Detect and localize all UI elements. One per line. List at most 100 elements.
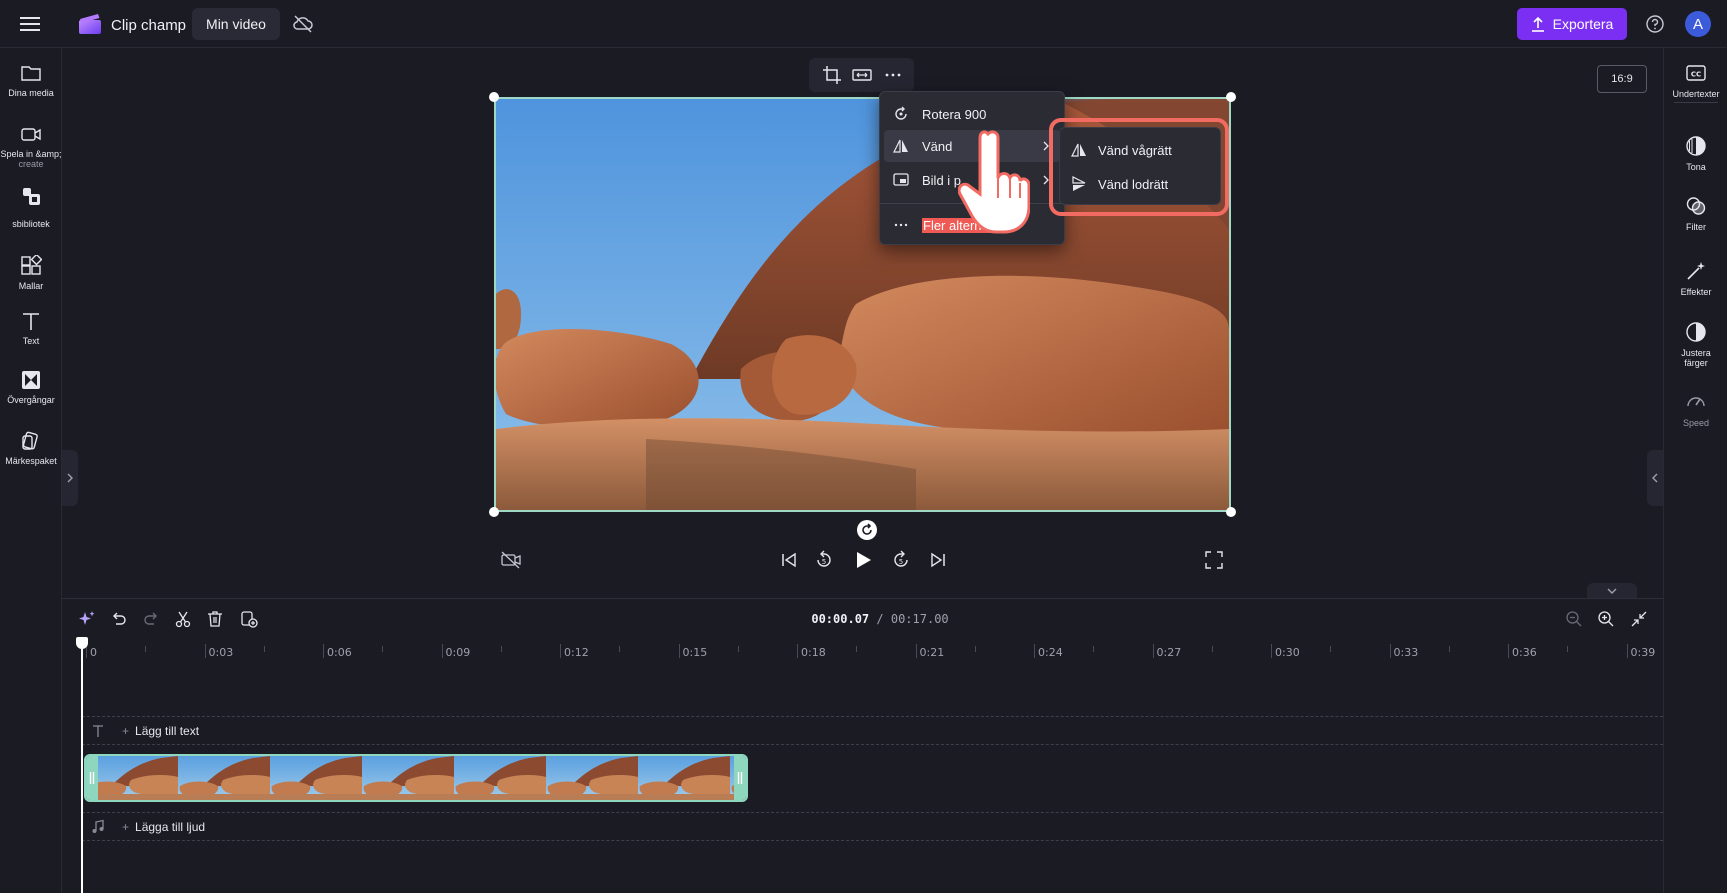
ruler-tick-label: 0:24 xyxy=(1038,646,1063,659)
text-track[interactable]: + Lägg till text xyxy=(82,718,1663,744)
sidebar-item-speed[interactable]: Speed xyxy=(1664,391,1727,428)
ruler-minor-tick xyxy=(145,646,147,652)
hamburger-menu-icon[interactable] xyxy=(18,14,42,34)
user-avatar[interactable]: A xyxy=(1685,11,1711,37)
skip-to-start-icon[interactable] xyxy=(778,549,800,571)
resize-handle-top-right[interactable] xyxy=(1226,92,1236,102)
menu-item-flip-vertical[interactable]: Vänd lodrätt xyxy=(1064,168,1218,200)
time-separator: / xyxy=(869,612,891,626)
resize-handle-top-left[interactable] xyxy=(489,92,499,102)
track-divider xyxy=(82,812,1663,813)
undo-icon[interactable] xyxy=(109,609,129,629)
video-clip[interactable] xyxy=(84,754,748,802)
ruler-tick-label: 0:39 xyxy=(1630,646,1656,659)
menu-item-picture-in-picture[interactable]: Bild i p xyxy=(884,164,1060,196)
resize-handle-bottom-left[interactable] xyxy=(489,507,499,517)
delete-icon[interactable] xyxy=(205,609,225,629)
sidebar-item-content-library[interactable]: sbibliotek xyxy=(0,185,62,229)
sidebar-item-adjust-colors[interactable]: Justera färger xyxy=(1664,321,1727,368)
ruler-tick-label: 0:33 xyxy=(1393,646,1419,659)
submenu-item-label: Vänd lodrätt xyxy=(1098,176,1169,192)
menu-item-more-options[interactable]: Fler alternativ xyxy=(884,209,1060,241)
preview-toolbar xyxy=(809,58,914,92)
clip-trim-handle-left[interactable] xyxy=(86,756,98,800)
menu-item-label: Fler alternativ xyxy=(922,217,1003,233)
rotate-handle[interactable] xyxy=(857,520,877,540)
svg-text:5: 5 xyxy=(899,558,903,566)
audio-track[interactable]: + Lägga till ljud xyxy=(82,814,1663,840)
project-name-tab[interactable]: Min video xyxy=(192,8,280,40)
fit-timeline-icon[interactable] xyxy=(1629,609,1649,629)
track-divider xyxy=(82,716,1663,717)
sidebar-item-captions[interactable]: CC Undertexter xyxy=(1664,62,1727,99)
menu-item-flip[interactable]: Vänd xyxy=(884,130,1060,162)
ruler-tick xyxy=(1152,644,1154,658)
ruler-tick xyxy=(441,644,443,658)
zoom-in-icon[interactable] xyxy=(1596,609,1616,629)
ruler-minor-tick xyxy=(1448,646,1450,652)
sidebar-item-text[interactable]: Text xyxy=(0,310,62,346)
aspect-ratio-button[interactable]: 16:9 xyxy=(1597,65,1647,93)
fit-icon[interactable] xyxy=(851,64,873,86)
help-icon[interactable] xyxy=(1645,14,1665,34)
templates-icon xyxy=(21,255,42,275)
clip-trim-handle-right[interactable] xyxy=(734,756,746,800)
menu-item-rotate[interactable]: Rotera 900 xyxy=(884,98,1060,130)
resize-handle-bottom-right[interactable] xyxy=(1226,507,1236,517)
sidebar-item-your-media[interactable]: Dina media xyxy=(0,62,62,98)
zoom-out-icon[interactable] xyxy=(1564,609,1584,629)
ai-sparkle-icon[interactable] xyxy=(77,609,97,629)
sidebar-item-effects[interactable]: Effekter xyxy=(1664,260,1727,297)
ruler-tick xyxy=(204,644,206,658)
ruler-tick xyxy=(1626,644,1628,658)
ruler-minor-tick xyxy=(1567,646,1569,652)
more-icon xyxy=(894,223,908,227)
playhead-handle[interactable] xyxy=(76,637,88,649)
add-media-icon[interactable] xyxy=(239,609,259,629)
flip-horizontal-icon xyxy=(1071,143,1086,157)
svg-text:CC: CC xyxy=(1691,71,1701,79)
ruler-tick xyxy=(915,644,917,658)
add-text-label: Lägg till text xyxy=(135,724,200,738)
ruler-tick-label: 0:21 xyxy=(919,646,945,659)
sidebar-item-label: Märkespaket xyxy=(5,456,57,466)
fullscreen-icon[interactable] xyxy=(1203,549,1225,571)
chevron-left-icon xyxy=(1652,473,1658,483)
chevron-right-icon xyxy=(67,473,73,483)
cloud-offline-icon[interactable] xyxy=(292,14,314,34)
rewind-5-icon[interactable]: 5 xyxy=(813,549,835,571)
menu-divider xyxy=(880,203,1064,204)
right-sidebar: CC Undertexter Tona Filter Effekter Just… xyxy=(1663,48,1727,893)
sidebar-item-brand-kit[interactable]: Märkespaket xyxy=(0,430,62,466)
menu-item-flip-horizontal[interactable]: Vänd vågrätt xyxy=(1064,134,1218,166)
sidebar-item-record-create[interactable]: Spela in &amp; create xyxy=(0,123,62,169)
export-button[interactable]: Exportera xyxy=(1517,8,1627,40)
sidebar-item-templates[interactable]: Mallar xyxy=(0,255,62,291)
more-icon[interactable] xyxy=(882,64,904,86)
split-scissors-icon[interactable] xyxy=(173,609,193,629)
skip-to-end-icon[interactable] xyxy=(927,549,949,571)
timeline-ruler[interactable]: 0 0:03 0:06 0:09 0:12 0:15 0:18 0:21 0:24 0:27 0:3… xyxy=(82,640,1663,666)
grip-icon xyxy=(737,772,743,784)
sidebar-item-label: Effekter xyxy=(1680,287,1712,297)
right-panel-toggle[interactable] xyxy=(1647,450,1663,506)
left-panel-toggle[interactable] xyxy=(62,450,78,506)
crop-icon[interactable] xyxy=(821,64,843,86)
playhead[interactable] xyxy=(81,640,83,893)
timeline-collapse-toggle[interactable] xyxy=(1587,583,1637,599)
redo-icon[interactable] xyxy=(141,609,161,629)
hide-camera-icon[interactable] xyxy=(500,549,522,571)
forward-5-icon[interactable]: 5 xyxy=(890,549,912,571)
rotate-icon xyxy=(862,523,872,535)
sidebar-item-filter[interactable]: Filter xyxy=(1664,195,1727,232)
plus-sign: + xyxy=(122,724,130,738)
ruler-minor-tick xyxy=(974,646,976,652)
sidebar-item-fade[interactable]: Tona xyxy=(1664,135,1727,172)
play-icon[interactable] xyxy=(852,549,874,571)
sidebar-item-label: Undertexter xyxy=(1672,89,1720,99)
sidebar-item-label: Text xyxy=(22,336,40,346)
sidebar-item-transitions[interactable]: Övergångar xyxy=(0,369,62,405)
add-audio-label: Lägga till ljud xyxy=(135,820,206,834)
sidebar-item-label: Filter xyxy=(1686,222,1706,232)
submenu-item-label: Vänd vågrätt xyxy=(1098,142,1172,158)
